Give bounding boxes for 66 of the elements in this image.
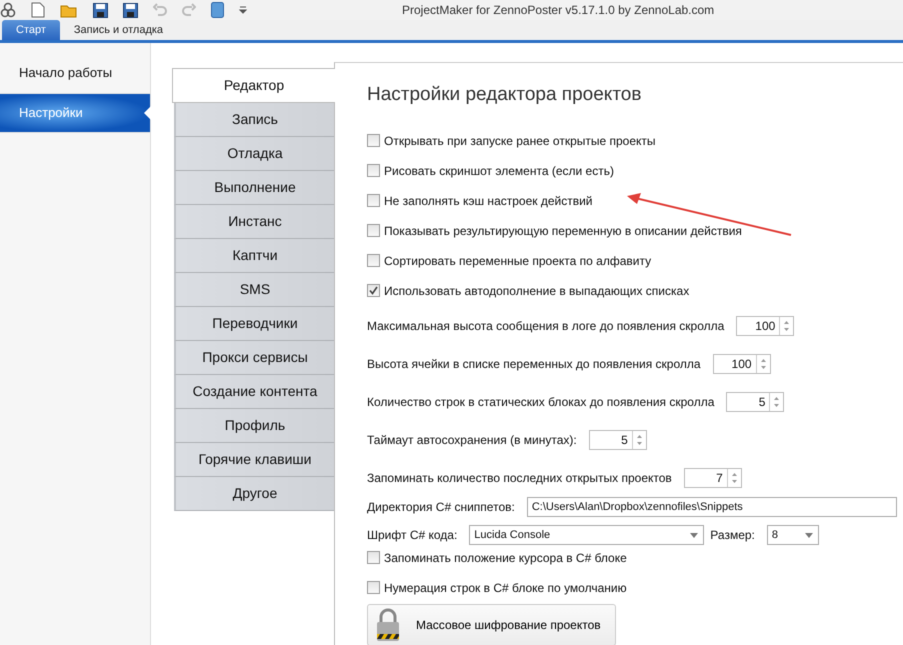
path-field[interactable]: C:\Users\Alan\Dropbox\zennofiles\Snippets (526, 497, 897, 517)
checkbox-label: Открывать при запуске ранее открытые проекты (384, 134, 656, 148)
number-field[interactable]: 5 (726, 392, 784, 412)
save-icon[interactable] (93, 2, 108, 18)
encrypt-button[interactable]: Массовое шифрование проектов (367, 604, 616, 645)
checkbox-label: Запоминать положение курсора в C# блоке (384, 550, 627, 564)
setting-label: Размер: (710, 528, 755, 542)
checkbox[interactable] (367, 254, 380, 267)
spin-arrows-icon[interactable] (773, 395, 780, 409)
number-field[interactable]: 100 (712, 354, 771, 374)
settings-tab[interactable]: Переводчики (174, 307, 334, 341)
checkbox[interactable] (367, 134, 380, 147)
checkbox[interactable] (367, 224, 380, 237)
open-folder-icon[interactable] (60, 2, 78, 18)
font-dropdown[interactable]: Lucida Console (469, 525, 704, 545)
settings-tab[interactable]: SMS (174, 273, 334, 307)
setting-label: Количество строк в статических блоках до появления скролла (367, 395, 714, 409)
checkbox-label: Использовать автодополнение в выпадающих списках (384, 284, 690, 298)
redo-icon[interactable] (182, 3, 196, 17)
spin-arrows-icon[interactable] (783, 319, 790, 333)
ribbon-tab[interactable]: Запись и отладка (60, 20, 178, 40)
settings-tab[interactable]: Другое (174, 477, 334, 511)
dropdown-icon[interactable] (239, 6, 247, 14)
setting-label: Директория C# сниппетов: (367, 500, 515, 514)
setting-label: Шрифт C# кода: (367, 528, 458, 542)
number-field[interactable]: 5 (588, 430, 647, 450)
checkbox[interactable] (367, 164, 380, 177)
settings-tab[interactable]: Выполнение (174, 171, 334, 205)
settings-tab[interactable]: Каптчи (174, 239, 334, 273)
padlock-icon (376, 608, 400, 642)
save-all-icon[interactable] (123, 2, 138, 18)
undo-icon[interactable] (153, 3, 167, 17)
checkbox-label: Рисовать скриншот элемента (если есть) (384, 164, 614, 178)
settings-tab[interactable]: Горячие клавиши (174, 443, 334, 477)
checkbox-label: Не заполнять кэш настроек действий (384, 194, 592, 208)
settings-tab[interactable]: Создание контента (174, 375, 334, 409)
dropdown-arrow-icon[interactable] (804, 532, 813, 538)
checkbox[interactable] (367, 551, 380, 564)
dropdown-arrow-icon[interactable] (690, 532, 698, 538)
size-dropdown[interactable]: 8 (766, 525, 819, 545)
spin-arrows-icon[interactable] (636, 433, 643, 447)
checkbox[interactable] (367, 284, 380, 297)
setting-label: Таймаут автосохранения (в минутах): (367, 433, 577, 447)
setting-label: Максимальная высота сообщения в логе до появления скролла (367, 319, 724, 333)
settings-tab[interactable]: Прокси сервисы (174, 341, 334, 375)
ribbon-tab[interactable]: Старт (2, 20, 60, 40)
settings-tab[interactable]: Инстанс (174, 205, 334, 239)
setting-label: Запоминать количество последних открытых проектов (367, 471, 672, 485)
new-file-icon[interactable] (31, 2, 45, 18)
page-heading: Настройки редактора проектов (367, 84, 642, 106)
spin-arrows-icon[interactable] (760, 357, 767, 371)
settings-tab[interactable]: Запись (174, 103, 334, 137)
checkbox-label: Показывать результирующую переменную в описании действия (384, 224, 742, 238)
checkbox-label: Нумерация строк в C# блоке по умолчанию (384, 580, 627, 594)
checkbox[interactable] (367, 194, 380, 207)
spin-arrows-icon[interactable] (730, 471, 738, 485)
number-field[interactable]: 100 (736, 316, 794, 336)
checkbox-label: Сортировать переменные проекта по алфавиту (384, 254, 652, 268)
checkbox[interactable] (367, 581, 380, 594)
settings-tab[interactable]: Редактор (172, 68, 335, 103)
setting-label: Высота ячейки в списке переменных до появления скролла (367, 357, 701, 371)
number-field[interactable]: 7 (684, 468, 742, 488)
app-logo-icon[interactable] (0, 2, 16, 18)
settings-tab[interactable]: Отладка (174, 137, 334, 171)
settings-tab[interactable]: Профиль (174, 409, 334, 443)
window-title: ProjectMaker for ZennoPoster v5.17.1.0 by ZennoLab.com (402, 3, 714, 17)
